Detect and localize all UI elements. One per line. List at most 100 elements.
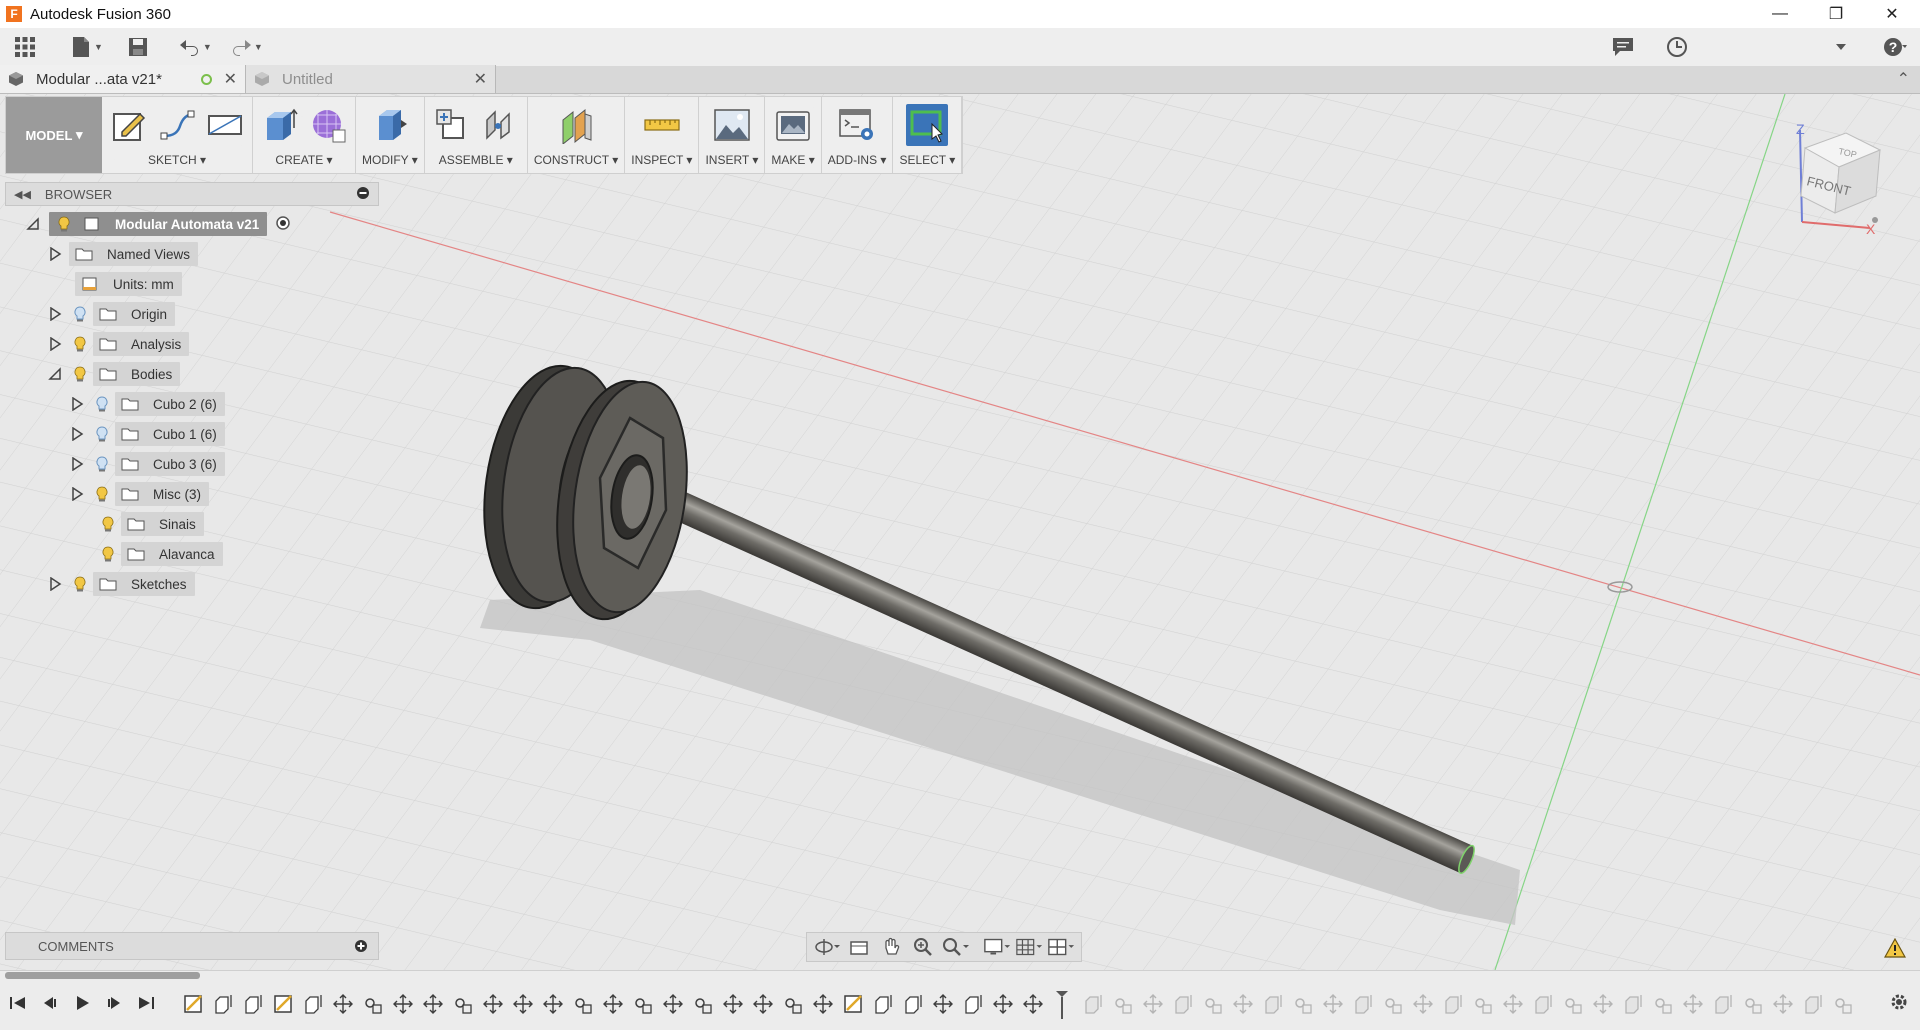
timeline-feature-sketch-icon[interactable] — [844, 995, 862, 1013]
close-tab-icon[interactable]: ✕ — [474, 69, 487, 89]
account-dropdown-icon[interactable] — [1826, 32, 1856, 62]
scripts-addins-icon[interactable] — [836, 104, 878, 146]
timeline-feature-ghost-icon[interactable] — [1683, 994, 1703, 1014]
timeline-feature-move-icon[interactable] — [933, 994, 953, 1014]
visibility-bulb-icon[interactable] — [55, 213, 73, 235]
timeline-feature-ghost-icon[interactable] — [1565, 998, 1582, 1014]
create-sketch-icon[interactable] — [108, 104, 150, 146]
pan-hand-icon[interactable] — [877, 935, 905, 959]
look-at-icon[interactable] — [845, 935, 873, 959]
tree-item-sketches[interactable]: Sketches — [47, 571, 195, 597]
play-icon[interactable] — [72, 993, 92, 1013]
measure-icon[interactable] — [641, 104, 683, 146]
visibility-bulb-icon[interactable] — [71, 363, 89, 385]
create-menu-label[interactable]: CREATE ▾ — [275, 153, 332, 167]
tree-item-cubo-1[interactable]: Cubo 1 (6) — [69, 421, 225, 447]
undo-icon[interactable] — [175, 32, 205, 62]
timeline-feature-ghost-icon[interactable] — [1715, 995, 1732, 1014]
timeline-feature-marker-icon[interactable] — [1056, 991, 1068, 1019]
timeline-feature-joint-icon[interactable] — [365, 998, 382, 1014]
restore-button[interactable]: ❐ — [1808, 0, 1864, 28]
timeline-feature-ghost-icon[interactable] — [1323, 994, 1343, 1014]
browser-minimize-icon[interactable] — [356, 186, 370, 203]
tree-item-alavanca[interactable]: Alavanca — [93, 541, 223, 567]
timeline-feature-ghost-icon[interactable] — [1655, 998, 1672, 1014]
timeline-feature-joint-icon[interactable] — [695, 998, 712, 1014]
timeline-scrollbar[interactable] — [5, 972, 200, 979]
visibility-bulb-off-icon[interactable] — [71, 303, 89, 325]
extrude-icon[interactable] — [259, 104, 301, 146]
timeline-feature-joint-icon[interactable] — [455, 998, 472, 1014]
tree-item-named-views[interactable]: Named Views — [47, 241, 199, 267]
redo-icon[interactable] — [226, 32, 256, 62]
redo-dropdown-arrow-icon[interactable]: ▼ — [254, 42, 263, 52]
tree-item-misc[interactable]: Misc (3) — [69, 481, 209, 507]
workspace-switcher-button[interactable]: MODEL ▾ — [6, 97, 102, 173]
expanded-triangle-icon[interactable] — [47, 366, 63, 382]
timeline-feature-move-icon[interactable] — [1023, 994, 1043, 1014]
timeline-feature-ghost-icon[interactable] — [1205, 998, 1222, 1014]
visibility-bulb-icon[interactable] — [99, 543, 117, 565]
timeline-features[interactable] — [182, 991, 1862, 1019]
timeline-feature-ghost-icon[interactable] — [1233, 994, 1253, 1014]
timeline-feature-ghost-icon[interactable] — [1805, 995, 1822, 1014]
timeline-feature-move-icon[interactable] — [513, 994, 533, 1014]
timeline-feature-ghost-icon[interactable] — [1625, 995, 1642, 1014]
timeline-feature-extrude-icon[interactable] — [215, 995, 232, 1014]
timeline-feature-ghost-icon[interactable] — [1265, 995, 1282, 1014]
timeline-feature-ghost-icon[interactable] — [1413, 994, 1433, 1014]
insert-menu-label[interactable]: INSERT ▾ — [705, 153, 758, 167]
visibility-bulb-icon[interactable] — [71, 573, 89, 595]
press-pull-icon[interactable] — [369, 104, 411, 146]
timeline-feature-ghost-icon[interactable] — [1835, 998, 1852, 1014]
modify-menu-label[interactable]: MODIFY ▾ — [362, 153, 418, 167]
tree-item-bodies[interactable]: Bodies — [47, 361, 181, 387]
collapsed-triangle-icon[interactable] — [69, 486, 85, 502]
collapsed-triangle-icon[interactable] — [69, 396, 85, 412]
timeline-feature-move-icon[interactable] — [723, 994, 743, 1014]
timeline-feature-move-icon[interactable] — [543, 994, 563, 1014]
timeline-feature-joint-icon[interactable] — [635, 998, 652, 1014]
form-icon[interactable] — [307, 104, 349, 146]
timeline-feature-move-icon[interactable] — [333, 994, 353, 1014]
tree-item-units[interactable]: Units: mm — [69, 271, 182, 297]
timeline-feature-ghost-icon[interactable] — [1143, 994, 1163, 1014]
add-comment-icon[interactable] — [354, 939, 368, 956]
tree-item-analysis[interactable]: Analysis — [47, 331, 190, 357]
visibility-bulb-off-icon[interactable] — [93, 423, 111, 445]
fit-zoom-icon[interactable] — [941, 935, 969, 959]
timeline-feature-ghost-icon[interactable] — [1445, 995, 1462, 1014]
go-to-start-icon[interactable] — [8, 993, 28, 1013]
timeline-feature-extrude-icon[interactable] — [245, 995, 262, 1014]
minimize-button[interactable]: — — [1752, 0, 1808, 28]
timeline-feature-ghost-icon[interactable] — [1295, 998, 1312, 1014]
timeline-feature-sketch-icon[interactable] — [274, 995, 292, 1013]
timeline-feature-move-icon[interactable] — [423, 994, 443, 1014]
make-menu-label[interactable]: MAKE ▾ — [771, 153, 814, 167]
timeline-feature-sketch-icon[interactable] — [184, 995, 202, 1013]
data-panel-grid-icon[interactable] — [10, 32, 40, 62]
orbit-icon[interactable] — [813, 935, 841, 959]
3d-print-icon[interactable] — [772, 104, 814, 146]
timeline-feature-ghost-icon[interactable] — [1385, 998, 1402, 1014]
step-back-icon[interactable] — [40, 993, 60, 1013]
zoom-icon[interactable] — [909, 935, 937, 959]
visibility-bulb-icon[interactable] — [71, 333, 89, 355]
timeline-feature-ghost-icon[interactable] — [1115, 998, 1132, 1014]
timeline-feature-move-icon[interactable] — [663, 994, 683, 1014]
collapsed-triangle-icon[interactable] — [47, 246, 63, 262]
job-status-clock-icon[interactable] — [1662, 32, 1692, 62]
comments-panel[interactable]: COMMENTS — [5, 932, 379, 960]
new-component-icon[interactable] — [431, 104, 473, 146]
timeline-feature-move-icon[interactable] — [603, 994, 623, 1014]
file-dropdown-arrow-icon[interactable]: ▼ — [94, 42, 103, 52]
tab-untitled[interactable]: Untitled ✕ — [246, 65, 496, 93]
insert-image-icon[interactable] — [711, 104, 753, 146]
timeline-feature-move-icon[interactable] — [813, 994, 833, 1014]
offset-plane-icon[interactable] — [555, 104, 597, 146]
collapsed-triangle-icon[interactable] — [69, 426, 85, 442]
close-button[interactable]: ✕ — [1864, 0, 1920, 28]
tree-item-cubo-3[interactable]: Cubo 3 (6) — [69, 451, 225, 477]
timeline-feature-move-icon[interactable] — [993, 994, 1013, 1014]
save-icon[interactable] — [123, 32, 153, 62]
